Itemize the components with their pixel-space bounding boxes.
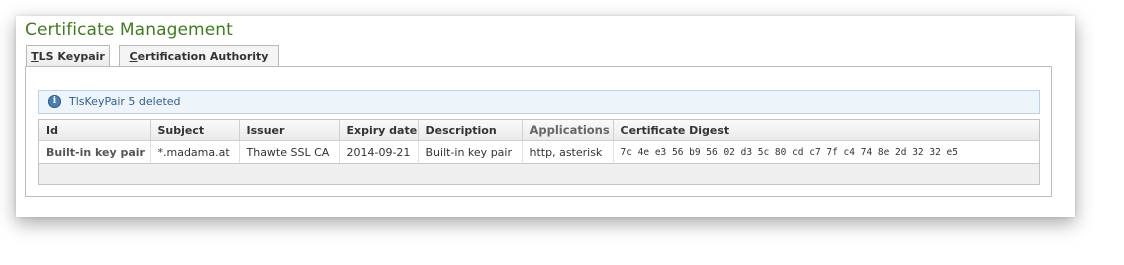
tab-certification-authority-list[interactable]: Certification Authority list <box>119 45 279 84</box>
cell-expiry-date: 2014-09-21 <box>339 140 419 163</box>
tab-tls-keypair[interactable]: TLS Keypair <box>26 45 110 66</box>
info-icon: i <box>48 95 61 108</box>
tab-panel: i TlsKeyPair 5 deleted Id Subject Issuer… <box>25 66 1052 197</box>
column-header-applications[interactable]: Applications <box>522 120 614 141</box>
info-message: i TlsKeyPair 5 deleted <box>38 90 1040 114</box>
table-header-row: Id Subject Issuer Expiry date Descriptio… <box>39 120 1039 141</box>
column-header-subject[interactable]: Subject <box>150 120 240 141</box>
column-header-certificate-digest[interactable]: Certificate Digest <box>613 120 1039 141</box>
column-header-description[interactable]: Description <box>418 120 523 141</box>
keypair-table: Id Subject Issuer Expiry date Descriptio… <box>38 119 1040 185</box>
column-header-expiry-date[interactable]: Expiry date <box>339 120 419 141</box>
cell-issuer: Thawte SSL CA <box>239 140 340 163</box>
table-row[interactable]: Built-in key pair *.madama.at Thawte SSL… <box>39 140 1039 163</box>
cell-subject: *.madama.at <box>150 140 240 163</box>
tab-ca-list-accesskey: C <box>129 50 138 63</box>
page-title: Certificate Management <box>25 20 233 40</box>
cell-id: Built-in key pair <box>39 140 151 163</box>
cell-applications: http, asterisk <box>522 140 614 163</box>
tab-tls-keypair-accesskey: T <box>31 50 39 63</box>
cell-description: Built-in key pair <box>418 140 523 163</box>
info-message-text: TlsKeyPair 5 deleted <box>69 95 181 108</box>
column-header-id[interactable]: Id <box>39 120 151 141</box>
cell-certificate-digest: 7c 4e e3 56 b9 56 02 d3 5c 80 cd c7 7f c… <box>613 140 1039 163</box>
column-header-issuer[interactable]: Issuer <box>239 120 340 141</box>
tab-tls-keypair-label: LS Keypair <box>38 50 105 63</box>
table-footer-toolbar <box>39 163 1039 184</box>
certificate-management-window: Certificate Management TLS Keypair Certi… <box>16 16 1075 217</box>
